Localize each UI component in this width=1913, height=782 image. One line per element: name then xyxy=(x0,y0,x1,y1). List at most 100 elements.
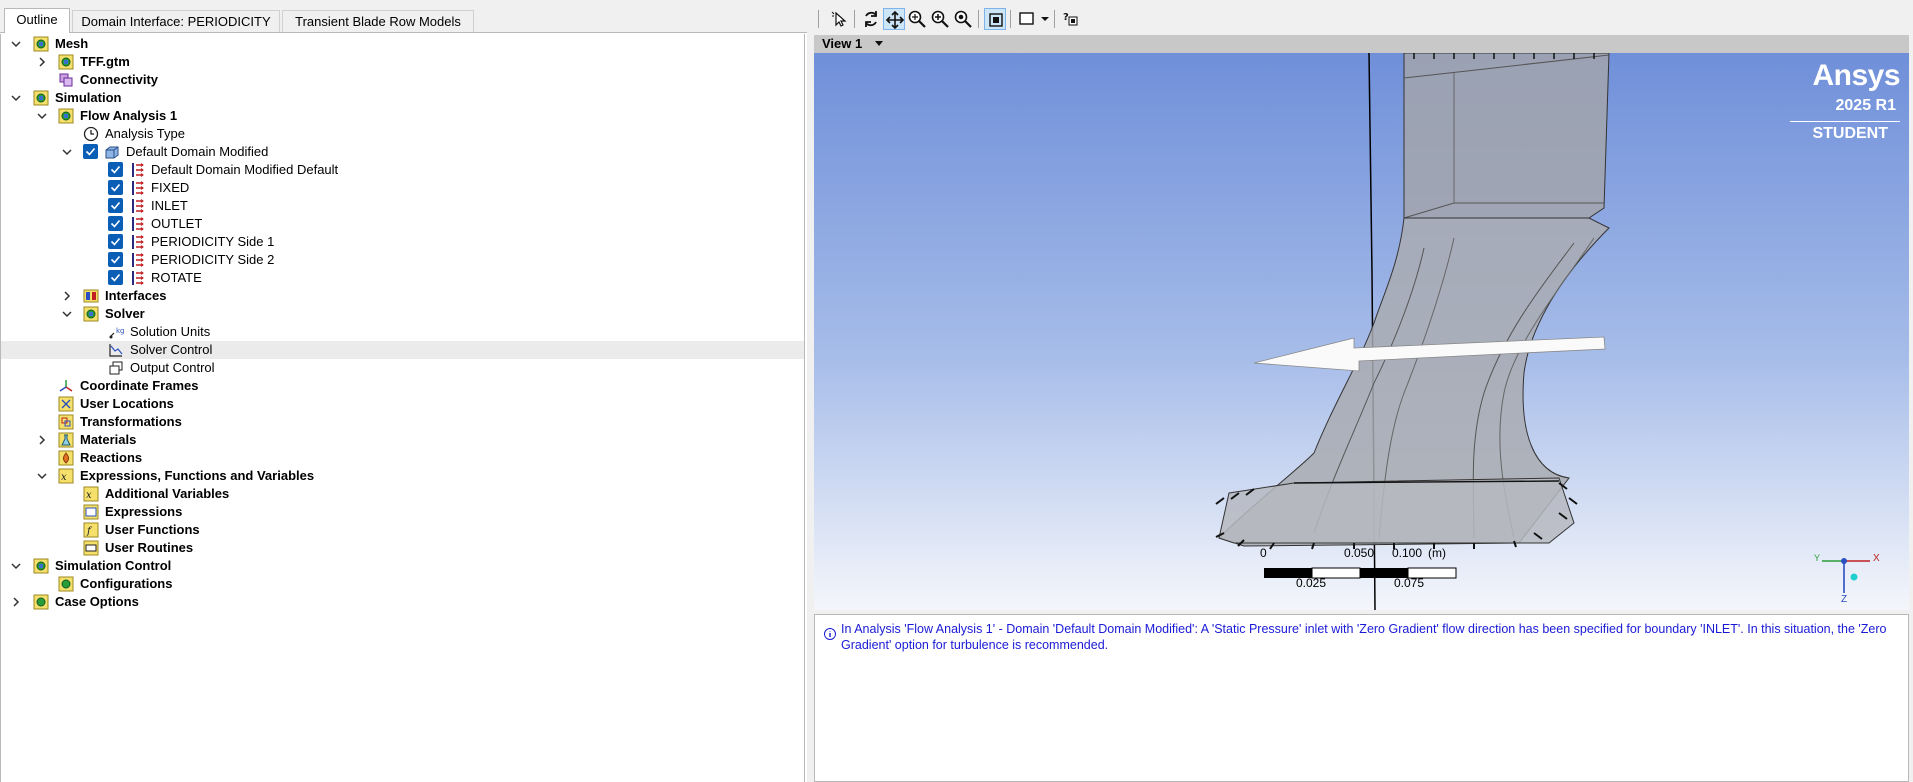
tree-label: Flow Analysis 1 xyxy=(80,108,178,123)
help-pointer-icon[interactable]: ? xyxy=(1060,8,1082,30)
transformations-icon xyxy=(58,414,74,430)
tab-domain-interface[interactable]: Domain Interface: PERIODICITY xyxy=(72,10,280,32)
tab-transient-blade-row[interactable]: Transient Blade Row Models xyxy=(282,10,474,32)
tree-item-solution-units[interactable]: kg Solution Units xyxy=(1,323,804,341)
user-functions-icon: f xyxy=(83,522,99,538)
tree-item-coordinate-frames[interactable]: Coordinate Frames xyxy=(1,377,804,395)
tree-item-boundary[interactable]: FIXED xyxy=(1,179,804,197)
scale-label-0: 0 xyxy=(1260,546,1267,560)
tree-label: Coordinate Frames xyxy=(80,378,199,393)
toolbar-separator xyxy=(818,10,819,28)
boundary-checkbox[interactable] xyxy=(108,162,123,177)
tree-item-transformations[interactable]: Transformations xyxy=(1,413,804,431)
scale-label-075: 0.075 xyxy=(1394,576,1425,590)
tree-label: Output Control xyxy=(130,360,215,375)
tree-label: Analysis Type xyxy=(105,126,185,141)
view-header[interactable]: View 1 xyxy=(814,35,1909,53)
tree-item-reactions[interactable]: Reactions xyxy=(1,449,804,467)
chevron-down-icon[interactable] xyxy=(9,37,23,51)
scale-label-100: 0.100 xyxy=(1392,546,1423,560)
simulation-control-icon xyxy=(33,558,49,574)
boundary-icon xyxy=(129,270,145,286)
tree-item-solver[interactable]: Solver xyxy=(1,305,804,323)
tree-item-expressions[interactable]: Expressions xyxy=(1,503,804,521)
tree-item-connectivity[interactable]: Connectivity xyxy=(1,71,804,89)
solution-units-icon: kg xyxy=(108,324,124,340)
zoom-icon[interactable] xyxy=(906,8,928,30)
tree-item-simulation-control[interactable]: Simulation Control xyxy=(1,557,804,575)
chevron-down-icon[interactable] xyxy=(35,109,49,123)
panel-splitter[interactable] xyxy=(807,0,814,782)
axis-x-label: X xyxy=(1873,553,1880,564)
tree-item-boundary[interactable]: PERIODICITY Side 1 xyxy=(1,233,804,251)
boundary-checkbox[interactable] xyxy=(108,216,123,231)
outline-tree[interactable]: Mesh TFF.gtm Connectivity Simulation Flo… xyxy=(0,34,805,782)
tree-item-boundary[interactable]: ROTATE xyxy=(1,269,804,287)
tree-item-boundary[interactable]: PERIODICITY Side 2 xyxy=(1,251,804,269)
tree-item-simulation[interactable]: Simulation xyxy=(1,89,804,107)
solver-icon xyxy=(83,306,99,322)
tree-item-boundary[interactable]: OUTLET xyxy=(1,215,804,233)
zoom-box-icon[interactable] xyxy=(929,8,951,30)
materials-icon xyxy=(58,432,74,448)
tree-item-mesh[interactable]: Mesh xyxy=(1,35,804,53)
axis-y-label: Y xyxy=(1814,553,1821,563)
ansys-version: 2025 R1 xyxy=(1835,97,1897,114)
domain-icon xyxy=(104,144,120,160)
fit-view-icon[interactable] xyxy=(952,8,974,30)
boundary-icon xyxy=(129,198,145,214)
rotate-icon[interactable] xyxy=(860,8,882,30)
tree-label: Default Domain Modified Default xyxy=(151,162,339,177)
tree-item-domain[interactable]: Default Domain Modified xyxy=(1,143,804,161)
chevron-down-icon[interactable] xyxy=(9,91,23,105)
tree-item-output-control[interactable]: Output Control xyxy=(1,359,804,377)
tree-label: Mesh xyxy=(55,36,89,51)
tree-item-flow-analysis[interactable]: Flow Analysis 1 xyxy=(1,107,804,125)
3d-viewport[interactable]: Ansys 2025 R1 STUDENT 0 0.050 0.100 (m) … xyxy=(814,53,1909,610)
chevron-down-icon[interactable] xyxy=(60,307,74,321)
select-icon[interactable] xyxy=(828,8,850,30)
boundary-checkbox[interactable] xyxy=(108,198,123,213)
tree-label: OUTLET xyxy=(151,216,203,231)
viewer-toolbar: ? xyxy=(814,6,1913,34)
chevron-down-icon[interactable] xyxy=(60,145,74,159)
tree-item-boundary[interactable]: Default Domain Modified Default xyxy=(1,161,804,179)
chevron-down-icon[interactable] xyxy=(35,469,49,483)
tree-item-user-functions[interactable]: f User Functions xyxy=(1,521,804,539)
layout-dropdown-icon[interactable] xyxy=(1034,8,1049,30)
tree-item-configurations[interactable]: Configurations xyxy=(1,575,804,593)
boundary-checkbox[interactable] xyxy=(108,270,123,285)
ansys-logo: Ansys xyxy=(1812,59,1900,92)
tree-item-user-locations[interactable]: User Locations xyxy=(1,395,804,413)
boundary-checkbox[interactable] xyxy=(108,234,123,249)
chevron-right-icon[interactable] xyxy=(35,433,49,447)
tree-item-additional-variables[interactable]: x Additional Variables xyxy=(1,485,804,503)
view-dropdown-icon[interactable] xyxy=(874,40,884,48)
chevron-right-icon[interactable] xyxy=(35,55,49,69)
tree-label: INLET xyxy=(151,198,188,213)
tree-item-solver-control[interactable]: Solver Control xyxy=(1,341,804,359)
tree-item-boundary[interactable]: INLET xyxy=(1,197,804,215)
clock-icon xyxy=(83,126,99,142)
boundary-icon xyxy=(129,180,145,196)
chevron-right-icon[interactable] xyxy=(9,595,23,609)
tree-item-user-routines[interactable]: User Routines xyxy=(1,539,804,557)
tree-item-case-options[interactable]: Case Options xyxy=(1,593,804,611)
tree-item-tff-gtm[interactable]: TFF.gtm xyxy=(1,53,804,71)
tree-item-expressions-group[interactable]: x Expressions, Functions and Variables xyxy=(1,467,804,485)
chevron-right-icon[interactable] xyxy=(60,289,74,303)
boundary-checkbox[interactable] xyxy=(108,252,123,267)
boundary-checkbox[interactable] xyxy=(108,180,123,195)
pan-icon[interactable] xyxy=(883,8,905,30)
tree-item-materials[interactable]: Materials xyxy=(1,431,804,449)
tree-item-interfaces[interactable]: Interfaces xyxy=(1,287,804,305)
user-routines-icon xyxy=(83,540,99,556)
boundary-icon xyxy=(129,252,145,268)
chevron-down-icon[interactable] xyxy=(9,559,23,573)
scale-label-050: 0.050 xyxy=(1344,546,1375,560)
tab-outline[interactable]: Outline xyxy=(4,8,70,33)
highlight-icon[interactable] xyxy=(984,8,1006,30)
tree-label: Connectivity xyxy=(80,72,159,87)
domain-checkbox[interactable] xyxy=(83,144,98,159)
tree-item-analysis-type[interactable]: Analysis Type xyxy=(1,125,804,143)
